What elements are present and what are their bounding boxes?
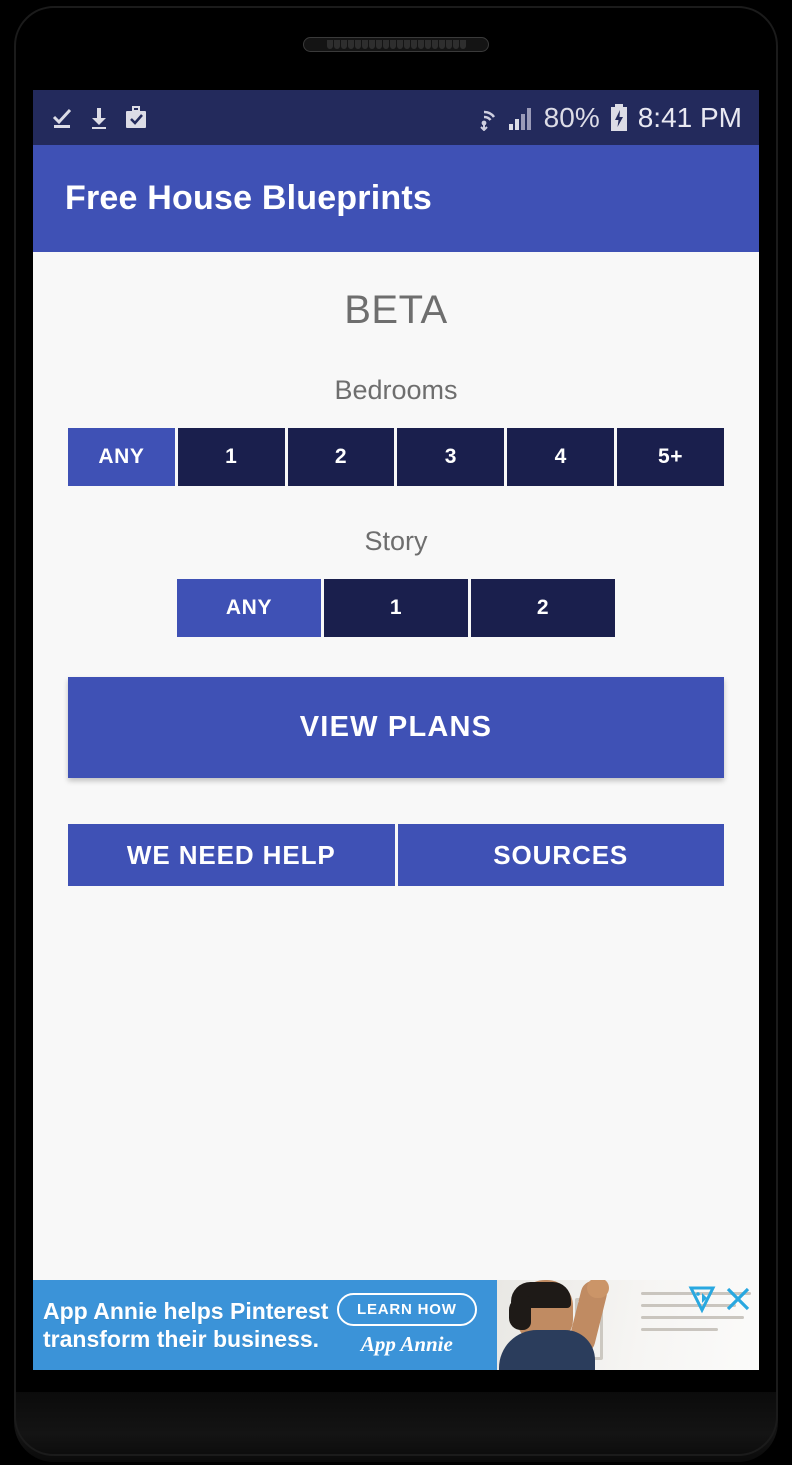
view-plans-button[interactable]: VIEW PLANS (68, 677, 724, 778)
ad-headline: App Annie helps Pinterest transform thei… (43, 1297, 329, 1352)
device-top-bezel (0, 0, 792, 90)
status-bar: 80% 8:41 PM (33, 90, 759, 145)
phone-device: 80% 8:41 PM Free House Blueprints BETA B… (0, 0, 792, 1465)
bedrooms-label: Bedrooms (334, 375, 458, 405)
bedrooms-segmented-control: ANY 1 2 3 4 5+ (68, 428, 724, 486)
story-option-2[interactable]: 2 (471, 579, 615, 637)
earpiece-speaker-icon (303, 37, 489, 52)
bedrooms-option-any[interactable]: ANY (68, 428, 175, 486)
person-hand (587, 1280, 609, 1298)
person-photo (497, 1280, 643, 1370)
battery-charging-icon (609, 103, 629, 132)
signal-icon (507, 105, 535, 131)
beta-label: BETA (344, 288, 448, 332)
ad-banner[interactable]: App Annie helps Pinterest transform thei… (33, 1280, 759, 1370)
story-option-1[interactable]: 1 (324, 579, 468, 637)
briefcase-check-icon (124, 105, 148, 130)
person-hair-side (509, 1296, 531, 1330)
we-need-help-button[interactable]: WE NEED HELP (68, 824, 395, 886)
main-content: BETA Bedrooms ANY 1 2 3 4 5+ Story ANY 1… (33, 252, 759, 1370)
person-body (499, 1330, 595, 1370)
download-icon (88, 106, 110, 130)
ad-cta-group: LEARN HOW App Annie (337, 1293, 477, 1357)
bedrooms-option-2[interactable]: 2 (287, 428, 395, 486)
story-option-any[interactable]: ANY (177, 579, 321, 637)
bedrooms-option-3[interactable]: 3 (397, 428, 505, 486)
status-bar-right-icons: 80% 8:41 PM (470, 102, 742, 134)
wifi-icon (470, 105, 498, 131)
ad-learn-how-button[interactable]: LEARN HOW (337, 1293, 477, 1326)
bedrooms-option-4[interactable]: 4 (507, 428, 615, 486)
ad-brand-logo: App Annie (360, 1332, 453, 1356)
story-label: Story (364, 526, 428, 556)
bedrooms-option-1[interactable]: 1 (177, 428, 285, 486)
ad-image[interactable] (497, 1280, 759, 1370)
check-underline-icon (50, 106, 74, 130)
device-bottom-bezel (0, 1370, 792, 1465)
story-segmented-control: ANY 1 2 (33, 579, 759, 637)
sources-button[interactable]: SOURCES (397, 824, 724, 886)
phone-screen: 80% 8:41 PM Free House Blueprints BETA B… (33, 90, 759, 1370)
ad-left-panel[interactable]: App Annie helps Pinterest transform thei… (33, 1280, 497, 1370)
status-bar-left-icons (50, 105, 148, 130)
secondary-button-row: WE NEED HELP SOURCES (68, 824, 724, 886)
app-bar: Free House Blueprints (33, 145, 759, 252)
bedrooms-option-5plus[interactable]: 5+ (617, 428, 724, 486)
close-icon[interactable] (723, 1284, 753, 1314)
adchoices-icon[interactable] (687, 1284, 717, 1314)
clock-label: 8:41 PM (637, 101, 742, 133)
battery-percent-label: 80% (543, 101, 600, 133)
app-title: Free House Blueprints (65, 179, 432, 217)
